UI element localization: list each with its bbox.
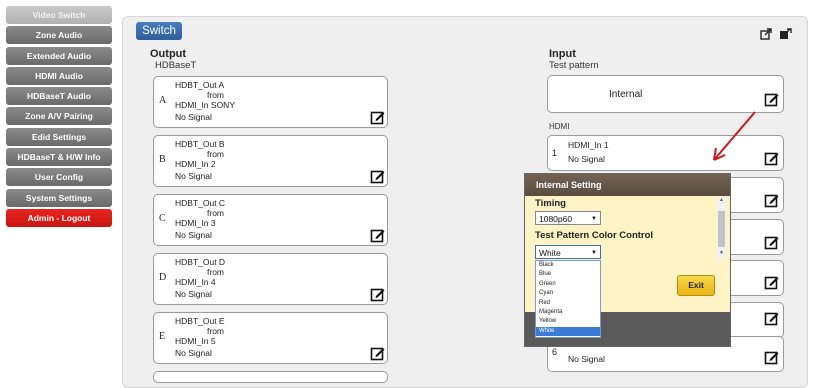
annotation-arrow [713, 111, 756, 161]
color-option-yellow[interactable]: Yellow [536, 317, 600, 326]
input-status: No Signal [568, 354, 605, 364]
from-label: from [207, 90, 224, 100]
color-option-green[interactable]: Green [536, 280, 600, 289]
edit-icon[interactable] [764, 92, 779, 107]
dialog-title: Internal Setting [525, 174, 730, 196]
edit-icon[interactable] [370, 110, 385, 125]
sidebar-item-zone-av-pairing[interactable]: Zone A/V Pairing [6, 107, 112, 126]
output-status: No Signal [175, 112, 212, 122]
timing-label: Timing [535, 198, 566, 209]
output-source: HDMI_In 4 [175, 277, 216, 287]
edit-icon[interactable] [764, 151, 779, 166]
color-option-red[interactable]: Red [536, 299, 600, 308]
sidebar-item-edid-settings[interactable]: Edid Settings [6, 127, 112, 146]
output-letter: C [159, 213, 166, 224]
output-letter: D [159, 272, 167, 283]
from-label: from [207, 149, 224, 159]
edit-icon[interactable] [764, 311, 779, 326]
output-source: HDMI_In 3 [175, 218, 216, 228]
edit-icon[interactable] [370, 169, 385, 184]
input-status: No Signal [568, 154, 605, 164]
from-label: from [207, 326, 224, 336]
from-label: from [207, 208, 224, 218]
color-dropdown-list: Black Blue Green Cyan Red Magenta Yellow… [535, 260, 601, 338]
output-source: HDMI_In 5 [175, 336, 216, 346]
color-option-black[interactable]: Black [536, 261, 600, 270]
output-name: HDBT_Out D [175, 257, 226, 267]
from-label: from [207, 267, 224, 277]
output-status: No Signal [175, 230, 212, 240]
chevron-down-icon: ▼ [591, 216, 597, 222]
output-box-c: C HDBT_Out C from HDMI_In 3 No Signal [153, 194, 388, 246]
popout-icon[interactable] [760, 28, 773, 40]
output-status: No Signal [175, 171, 212, 181]
sidebar-item-hdmi-audio[interactable]: HDMI Audio [6, 66, 112, 85]
color-control-label: Test Pattern Color Control [535, 230, 654, 241]
timing-select[interactable]: 1080p60 ▼ [535, 211, 601, 225]
output-source: HDMI_In 2 [175, 159, 216, 169]
test-pattern-label: Test pattern [549, 60, 599, 71]
sidebar-item-zone-audio[interactable]: Zone Audio [6, 26, 112, 45]
edit-icon[interactable] [764, 275, 779, 290]
output-title: Output [150, 48, 187, 60]
output-letter: E [159, 331, 166, 342]
sidebar-item-video-switch[interactable]: Video Switch [6, 6, 112, 24]
input-number: 1 [552, 148, 558, 158]
output-status: No Signal [175, 348, 212, 358]
edit-icon[interactable] [370, 228, 385, 243]
internal-label: Internal [609, 89, 643, 100]
sidebar-item-system-settings[interactable]: System Settings [6, 188, 112, 207]
output-box-d: D HDBT_Out D from HDMI_In 4 No Signal [153, 253, 388, 305]
output-box-b: B HDBT_Out B from HDMI_In 2 No Signal [153, 135, 388, 187]
output-letter: A [159, 95, 167, 106]
sidebar-item-extended-audio[interactable]: Extended Audio [6, 46, 112, 65]
scroll-down-icon[interactable]: ▼ [717, 250, 726, 256]
output-letter: B [159, 154, 166, 165]
popout-window-icon[interactable] [779, 28, 792, 40]
output-source: HDMI_In SONY [175, 100, 235, 110]
output-name: HDBT_Out B [175, 139, 225, 149]
output-subtitle: HDBaseT [155, 60, 197, 71]
chevron-down-icon: ▼ [591, 250, 597, 256]
tab-switch[interactable]: Switch [136, 22, 182, 40]
sidebar-item-user-config[interactable]: User Config [6, 168, 112, 187]
output-name: HDBT_Out A [175, 80, 225, 90]
color-select[interactable]: White ▼ [535, 245, 601, 259]
sidebar-item-hdbaset-hw-info[interactable]: HDBaseT & H/W Info [6, 148, 112, 167]
edit-icon[interactable] [370, 287, 385, 302]
exit-button[interactable]: Exit [677, 275, 715, 296]
color-option-magenta[interactable]: Magenta [536, 308, 600, 317]
input-number: 6 [552, 347, 558, 357]
output-box-e: E HDBT_Out E from HDMI_In 5 No Signal [153, 312, 388, 364]
output-name: HDBT_Out E [175, 316, 225, 326]
scrollbar-thumb[interactable] [718, 211, 725, 247]
input-title: Input [549, 48, 576, 60]
sidebar-item-hdbaset-audio[interactable]: HDBaseT Audio [6, 87, 112, 106]
input-name: HDMI_In 1 [568, 140, 609, 150]
color-option-white[interactable]: White [536, 326, 600, 337]
output-name: HDBT_Out C [175, 198, 226, 208]
output-box-a: A HDBT_Out A from HDMI_In SONY No Signal [153, 76, 388, 128]
color-value: White [539, 248, 561, 258]
dialog-scrollbar[interactable]: ▲ ▼ [717, 197, 726, 259]
color-option-cyan[interactable]: Cyan [536, 289, 600, 298]
timing-value: 1080p60 [539, 214, 573, 224]
sidebar-nav: Video Switch Zone Audio Extended Audio H… [6, 6, 112, 229]
edit-icon[interactable] [764, 235, 779, 250]
color-option-blue[interactable]: Blue [536, 270, 600, 279]
scroll-up-icon[interactable]: ▲ [717, 197, 726, 203]
edit-icon[interactable] [764, 193, 779, 208]
hdmi-label: HDMI [549, 122, 570, 131]
edit-icon[interactable] [764, 350, 779, 365]
edit-icon[interactable] [370, 346, 385, 361]
output-box-f [153, 371, 388, 383]
logout-button[interactable]: Admin - Logout [6, 208, 112, 227]
output-status: No Signal [175, 289, 212, 299]
